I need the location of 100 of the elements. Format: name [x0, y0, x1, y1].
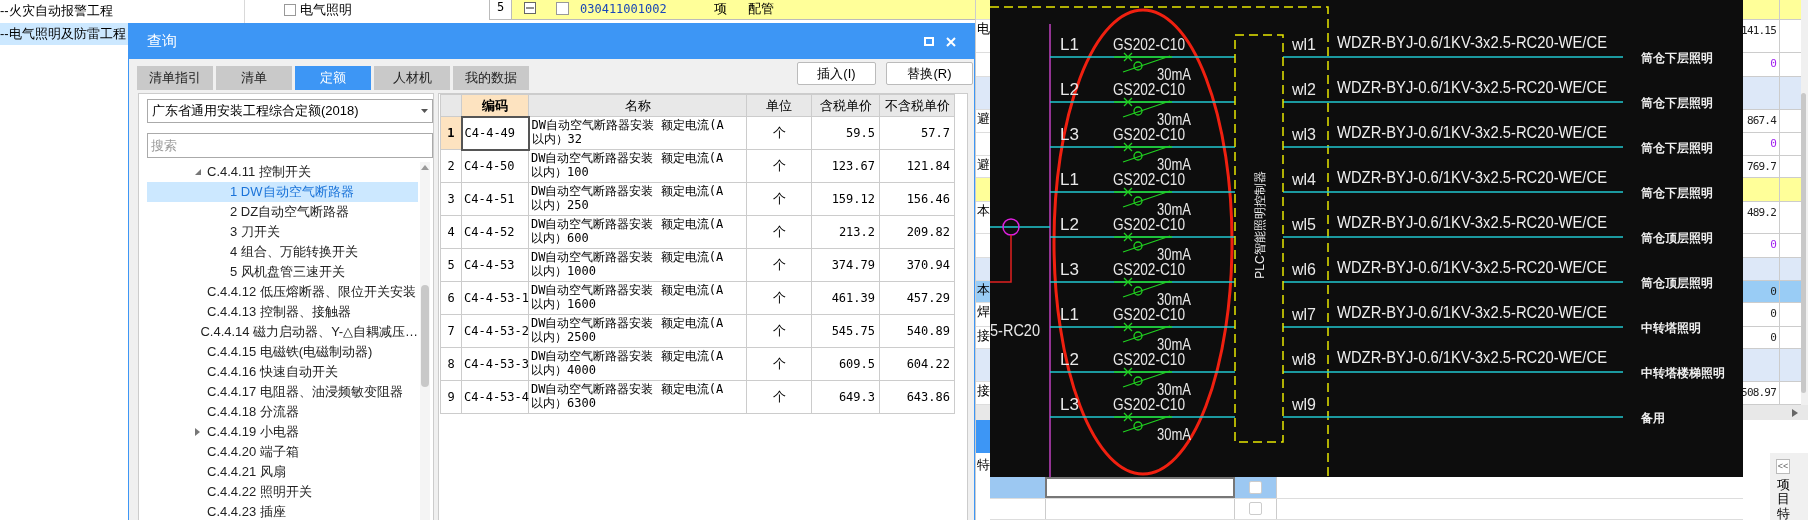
table-cell-text: 0: [1770, 136, 1776, 152]
tree-item[interactable]: C.4.4.12 低压熔断器、限位开关安装: [147, 282, 418, 302]
tree-item[interactable]: C.4.4.19 小电器: [147, 422, 418, 442]
cable-label: WDZR-BYJ-0.6/1KV-3x2.5-RC20-WE/CE: [1337, 303, 1648, 322]
circuit-label: wl6: [1292, 261, 1316, 278]
row-number[interactable]: 2: [440, 149, 462, 183]
table-cell-text: DW自动空气断路器安装 额定电流(A以内）600: [531, 217, 725, 245]
collapse-button[interactable]: <<: [1776, 459, 1790, 474]
checkbox[interactable]: [556, 2, 569, 15]
search-field[interactable]: 搜索: [147, 133, 433, 158]
tab[interactable]: 清单: [216, 66, 292, 90]
dialog-button[interactable]: 插入(I): [797, 62, 876, 85]
table-cell: C4-4-49: [461, 116, 529, 150]
scrollbar[interactable]: [1743, 405, 1808, 420]
breaker-label: GS202-C10: [1113, 260, 1203, 279]
column-header[interactable]: 名称: [528, 94, 747, 117]
rcd-label: 30mA: [1157, 156, 1199, 173]
table-cell: 个: [746, 248, 812, 282]
tree-item[interactable]: C.4.4.20 端子箱: [147, 442, 418, 462]
load-label: 中转塔楼梯照明: [1641, 366, 1725, 380]
table-cell: C4-4-53-4: [461, 380, 529, 414]
project-item[interactable]: --电气照明及防雷工程: [0, 23, 128, 45]
tab[interactable]: 人材机: [374, 66, 450, 90]
tree-item[interactable]: 3 刀开关: [147, 222, 418, 242]
input-field[interactable]: [1045, 477, 1235, 498]
scrollbar-thumb[interactable]: [421, 285, 429, 387]
table-cell: 焊: [976, 303, 990, 321]
tab[interactable]: 我的数据: [453, 66, 529, 90]
row-number[interactable]: 3: [440, 182, 462, 216]
library-dropdown[interactable]: 广东省通用安装工程综合定额(2018): [147, 99, 433, 123]
load-label: 备用: [1641, 411, 1665, 425]
scrollbar[interactable]: [420, 162, 430, 520]
cable-label: WDZR-BYJ-0.6/1KV-3x2.5-RC20-WE/CE: [1337, 258, 1648, 277]
column-header[interactable]: 编码: [461, 94, 529, 117]
table-cell-text: 0: [1770, 284, 1776, 300]
expanded-triangle-icon[interactable]: [194, 168, 201, 176]
tree-item[interactable]: C.4.4.22 照明开关: [147, 482, 418, 502]
tab[interactable]: 清单指引: [137, 66, 213, 90]
table-cell: 540.89: [879, 314, 955, 348]
checkbox[interactable]: [1249, 480, 1262, 494]
load-label: 筒仓顶层照明: [1641, 231, 1713, 245]
table-cell: 209.82: [879, 215, 955, 249]
table-cell-text: 030411001002: [580, 2, 668, 16]
tree-item[interactable]: 1 DW自动空气断路器: [147, 182, 418, 202]
row-number[interactable]: 1: [440, 116, 462, 150]
breaker-label: GS202-C10: [1113, 305, 1203, 324]
load-label: 筒仓下层照明: [1641, 141, 1713, 155]
row-number[interactable]: 6: [440, 281, 462, 315]
breaker-label: GS202-C10: [1113, 80, 1203, 99]
side-tab[interactable]: 项目特: [1776, 478, 1790, 520]
tree-item[interactable]: C.4.4.14 磁力启动器、Y-△自耦减压…: [147, 322, 418, 342]
table-cell: 609.5: [811, 347, 880, 381]
dialog-button[interactable]: 替换(R): [886, 62, 973, 85]
load-label: 筒仓下层照明: [1641, 51, 1713, 65]
scrollbar[interactable]: [1801, 0, 1808, 405]
row-number[interactable]: 4: [440, 215, 462, 249]
tree-item[interactable]: 2 DZ自动空气断路器: [147, 202, 418, 222]
tree-item[interactable]: C.4.4.21 风扇: [147, 462, 418, 482]
circuit-label: wl1: [1292, 36, 1316, 53]
tree-item[interactable]: C.4.4.11 控制开关: [147, 162, 418, 182]
row-number[interactable]: 9: [440, 380, 462, 414]
table-cell: 457.29: [879, 281, 955, 315]
tree-item[interactable]: 5 风机盘管三速开关: [147, 262, 418, 282]
tree-item[interactable]: C.4.4.17 电阻器、油浸频敏变阻器: [147, 382, 418, 402]
column-header[interactable]: 含税单价: [811, 94, 880, 117]
table-cell: 649.3: [811, 380, 880, 414]
table-cell: [990, 477, 1045, 498]
maximize-icon[interactable]: [924, 37, 934, 46]
tree-item[interactable]: 4 组合、万能转换开关: [147, 242, 418, 262]
checkbox[interactable]: [1249, 502, 1262, 516]
table-cell: 461.39: [811, 281, 880, 315]
checkbox[interactable]: [284, 4, 296, 16]
tree-item[interactable]: C.4.4.18 分流器: [147, 402, 418, 422]
scrollbar-thumb[interactable]: [1801, 93, 1806, 393]
table-cell: 个: [746, 380, 812, 414]
table-cell-text: DW自动空气断路器安装 额定电流(A以内）250: [531, 184, 725, 212]
column-header[interactable]: 不含税单价: [879, 94, 955, 117]
up-arrow-icon[interactable]: [421, 165, 429, 170]
table-cell: C4-4-52: [461, 215, 529, 249]
right-arrow-icon[interactable]: [1792, 408, 1798, 417]
rcd-label: 30mA: [1157, 66, 1199, 83]
table-cell: 374.79: [811, 248, 880, 282]
row-number[interactable]: 7: [440, 314, 462, 348]
dropdown-arrow-icon[interactable]: [421, 109, 428, 113]
tree-item[interactable]: C.4.4.13 控制器、接触器: [147, 302, 418, 322]
tree-item[interactable]: C.4.4.15 电磁铁(电磁制动器): [147, 342, 418, 362]
table-cell-text: 0: [1770, 56, 1776, 72]
tree-item[interactable]: C.4.4.16 快速自动开关: [147, 362, 418, 382]
tree-item[interactable]: C.4.4.23 插座: [147, 502, 418, 520]
table-cell-text: 0: [1770, 306, 1776, 322]
phase-label: L1: [1060, 170, 1079, 189]
rcd-label: 30mA: [1157, 291, 1199, 308]
junction-circle: [1002, 218, 1020, 236]
leader-line: [990, 234, 1012, 283]
collapsed-triangle-icon[interactable]: [194, 428, 201, 436]
column-header[interactable]: 单位: [746, 94, 812, 117]
bus-label: 5-RC20: [990, 321, 1049, 340]
row-number[interactable]: 8: [440, 347, 462, 381]
close-icon[interactable]: [946, 36, 956, 47]
row-number[interactable]: 5: [440, 248, 462, 282]
